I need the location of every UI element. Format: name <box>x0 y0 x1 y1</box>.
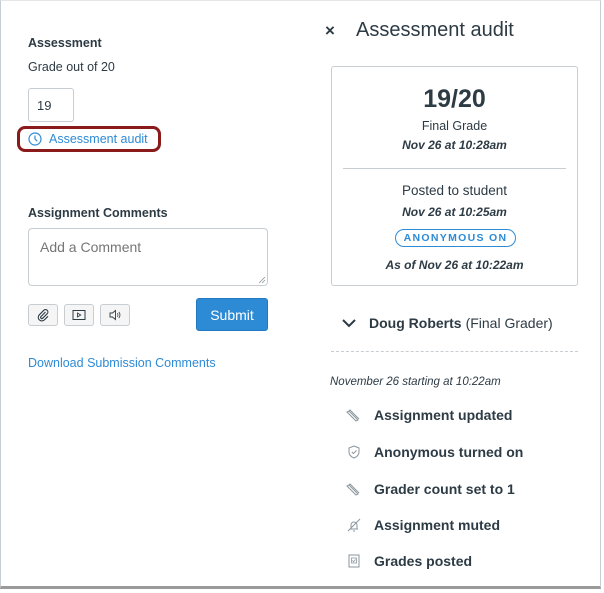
video-icon <box>72 310 86 320</box>
attach-file-button[interactable] <box>28 304 58 326</box>
event-item: Grader count set to 1 <box>345 480 515 498</box>
card-divider <box>343 168 566 169</box>
grader-toggle[interactable]: Doug Roberts (Final Grader) <box>342 315 553 331</box>
assignment-comments-heading: Assignment Comments <box>28 206 168 220</box>
summary-card: 19/20 Final Grade Nov 26 at 10:28am Post… <box>331 66 578 286</box>
comment-textarea[interactable] <box>28 228 268 286</box>
clock-icon <box>28 132 42 146</box>
close-icon[interactable]: × <box>325 21 335 41</box>
shield-icon <box>348 445 360 459</box>
final-grade-label: Final Grade <box>421 119 488 133</box>
event-date-header: November 26 starting at 10:22am <box>330 376 501 388</box>
pencil-icon <box>346 483 360 496</box>
speaker-icon <box>109 309 121 321</box>
grader-name: Doug Roberts <box>369 315 462 331</box>
assessment-heading: Assessment <box>28 36 102 50</box>
posted-label: Posted to student <box>401 183 508 198</box>
grade-input[interactable] <box>28 88 74 122</box>
event-item: Anonymous turned on <box>345 443 523 461</box>
muted-bell-icon <box>347 518 361 532</box>
audio-comment-button[interactable] <box>100 304 130 326</box>
event-item: Assignment muted <box>345 516 500 534</box>
chevron-down-icon <box>342 318 356 327</box>
download-submission-comments-link[interactable]: Download Submission Comments <box>28 356 216 370</box>
section-divider <box>331 351 578 352</box>
paperclip-icon <box>37 309 49 322</box>
pencil-icon <box>346 409 360 422</box>
anonymous-badge: ANONYMOUS ON <box>395 229 516 247</box>
media-comment-button[interactable] <box>64 304 94 326</box>
panel-title: Assessment audit <box>356 19 514 41</box>
gradebook-icon <box>348 554 360 568</box>
grade-out-of-label: Grade out of 20 <box>28 60 115 74</box>
grader-role: (Final Grader) <box>465 315 553 331</box>
event-item: Grades posted <box>345 552 472 570</box>
assessment-audit-link[interactable]: Assessment audit <box>17 126 161 152</box>
final-grade-value: 19/20 <box>423 85 486 113</box>
resize-grip-icon[interactable] <box>258 276 266 284</box>
event-label: Assignment muted <box>374 517 501 533</box>
as-of-time: As of Nov 26 at 10:22am <box>385 258 524 272</box>
final-grade-time: Nov 26 at 10:28am <box>402 138 507 152</box>
assessment-audit-label: Assessment audit <box>49 132 148 146</box>
posted-time: Nov 26 at 10:25am <box>402 205 507 219</box>
event-label: Grader count set to 1 <box>374 481 515 497</box>
event-item: Assignment updated <box>345 406 512 424</box>
event-label: Assignment updated <box>374 407 513 423</box>
event-label: Anonymous turned on <box>374 444 524 460</box>
submit-button[interactable]: Submit <box>196 298 268 331</box>
event-label: Grades posted <box>374 553 473 569</box>
